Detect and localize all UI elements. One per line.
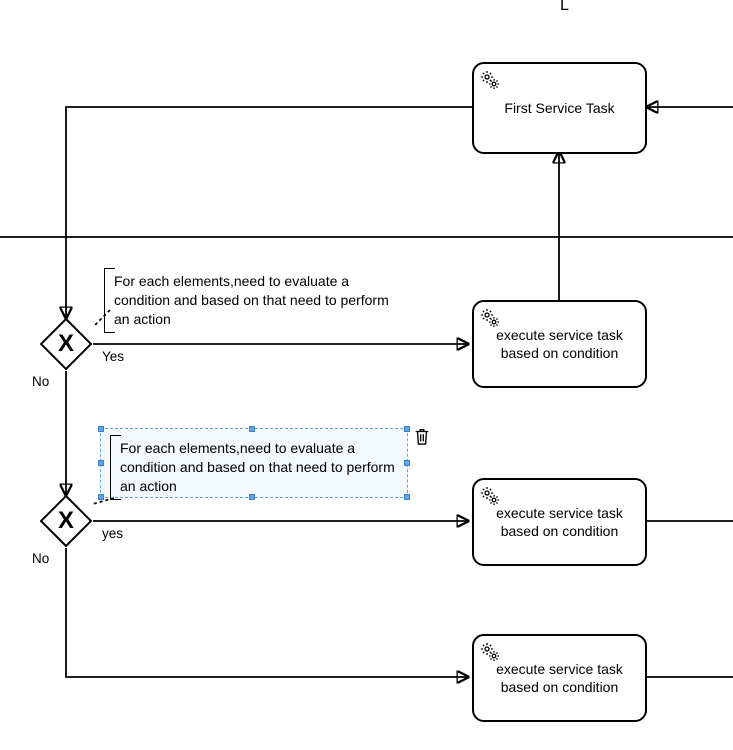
gateway-2-no-label: No: [32, 551, 49, 566]
task-exec-1[interactable]: execute service task based on condition: [472, 300, 647, 388]
annotation-text: For each elements,need to evaluate a con…: [114, 273, 389, 327]
gear-icon: [478, 640, 502, 664]
task-exec-2[interactable]: execute service task based on condition: [472, 478, 647, 566]
gateway-1-yes-label: Yes: [102, 349, 124, 364]
gateway-2-yes-label: yes: [102, 526, 123, 541]
task-label: execute service task based on condition: [482, 326, 637, 362]
trash-icon[interactable]: [413, 427, 431, 447]
gear-icon: [478, 484, 502, 508]
diagram-canvas[interactable]: L: [0, 0, 733, 750]
task-label: First Service Task: [504, 99, 614, 117]
task-first-service[interactable]: First Service Task: [472, 62, 647, 154]
gateway-1-x: X: [58, 330, 74, 358]
gear-icon: [478, 68, 502, 92]
task-label: execute service task based on condition: [482, 660, 637, 696]
gateway-1-no-label: No: [32, 374, 49, 389]
annotation-2[interactable]: For each elements,need to evaluate a con…: [110, 435, 406, 500]
corner-marker: L: [560, 0, 569, 15]
task-exec-3[interactable]: execute service task based on condition: [472, 634, 647, 722]
annotation-text: For each elements,need to evaluate a con…: [120, 440, 395, 494]
gateway-2-x: X: [58, 507, 74, 535]
task-label: execute service task based on condition: [482, 504, 637, 540]
gear-icon: [478, 306, 502, 330]
annotation-1[interactable]: For each elements,need to evaluate a con…: [104, 268, 400, 333]
